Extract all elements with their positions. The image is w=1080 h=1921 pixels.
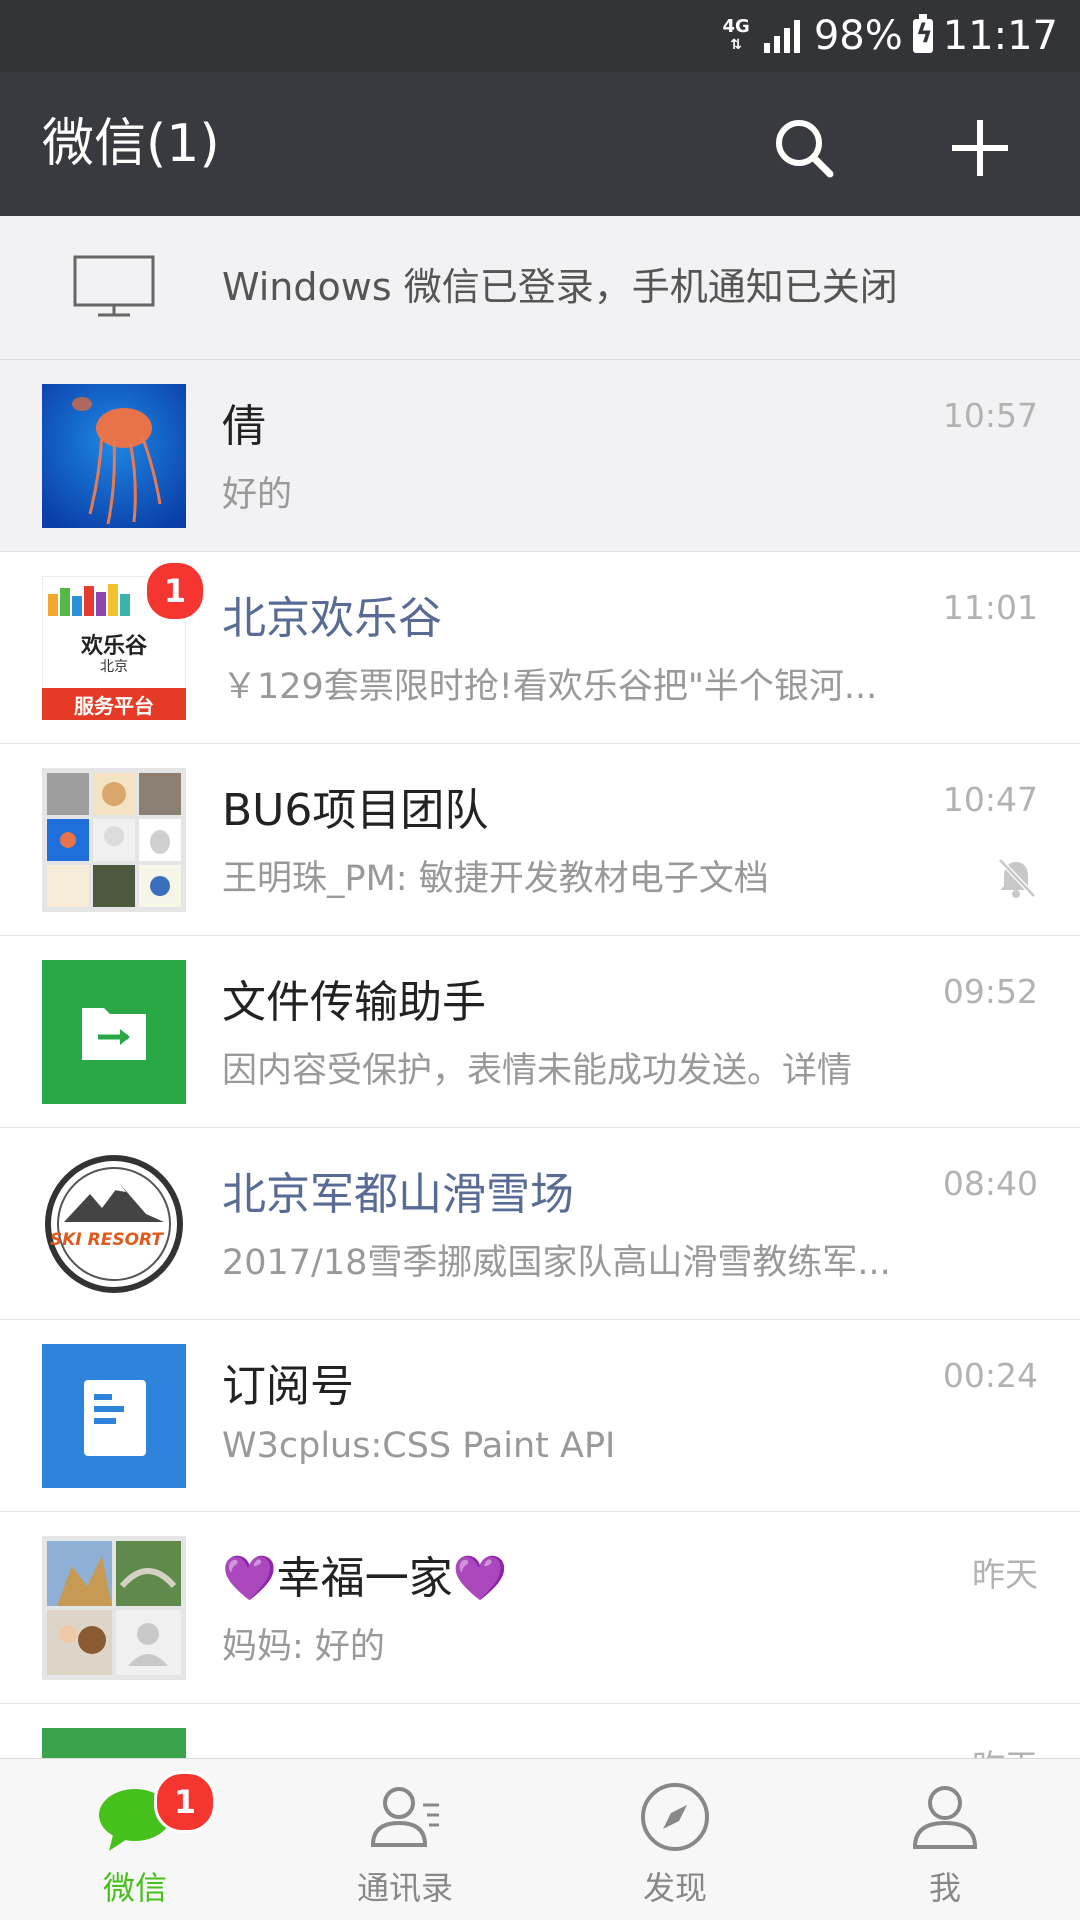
battery-charging-icon — [912, 14, 933, 53]
tab-chats[interactable]: 1 微信 — [0, 1759, 270, 1921]
chat-item-bu6-team[interactable]: BU6项目团队 王明珠_PM: 敏捷开发教材电子文档 10:47 — [0, 744, 1080, 936]
add-button[interactable] — [940, 108, 1020, 188]
chat-name: 倩 — [222, 401, 266, 452]
chat-time: 昨天 — [972, 1555, 1038, 1594]
group-avatar — [42, 1536, 186, 1680]
chat-item-subscriptions[interactable]: 订阅号 W3cplus:CSS Paint API 00:24 — [0, 1320, 1080, 1512]
document-icon — [84, 1380, 146, 1456]
avatar-logo-text: SKI RESORT — [50, 1230, 163, 1250]
chat-preview: 2017/18雪季挪威国家队高山滑雪教练军... — [222, 1243, 891, 1283]
folder-arrow-icon — [82, 1008, 146, 1060]
chat-name: 💜幸福一家💜 — [222, 1553, 508, 1604]
chat-name: 订阅号 — [222, 1361, 354, 1412]
bottom-tab-bar: 1 微信 通讯录 发现 我 — [0, 1758, 1080, 1920]
tab-label: 通讯录 — [356, 1869, 453, 1907]
avatar-service-text: 服务平台 — [74, 694, 154, 718]
chat-time: 00:24 — [942, 1356, 1038, 1395]
group-avatar — [42, 768, 186, 912]
tab-me[interactable]: 我 — [810, 1759, 1080, 1921]
subscriptions-avatar — [42, 1344, 186, 1488]
tab-label: 我 — [928, 1869, 961, 1907]
chat-preview: W3cplus:CSS Paint API — [222, 1426, 616, 1466]
chat-time: 08:40 — [942, 1164, 1038, 1203]
chat-preview: 王明珠_PM: 敏捷开发教材电子文档 — [222, 859, 769, 899]
tab-discover[interactable]: 发现 — [540, 1759, 810, 1921]
chat-list[interactable]: 倩 好的 10:57 欢乐谷 北京 服务平台 1 北京欢乐谷 ￥129套票限时抢… — [0, 360, 1080, 1758]
action-bar: 微信(1) — [0, 72, 1080, 216]
monitor-icon — [73, 255, 155, 317]
avatar-city-text: 北京 — [100, 659, 128, 675]
network-type: 4G ⇅ — [722, 16, 750, 54]
compass-icon — [641, 1783, 709, 1851]
avatar: SKI RESORT — [42, 1152, 186, 1296]
tab-unread-badge: 1 — [154, 1771, 216, 1833]
chat-preview: 因内容受保护，表情未能成功发送。详情 — [222, 1051, 853, 1091]
chat-item-happy-valley[interactable]: 欢乐谷 北京 服务平台 1 北京欢乐谷 ￥129套票限时抢!看欢乐谷把"半个银河… — [0, 552, 1080, 744]
chat-time: 09:52 — [942, 972, 1038, 1011]
chat-item-qian[interactable]: 倩 好的 10:57 — [0, 360, 1080, 552]
unread-badge: 1 — [144, 560, 206, 622]
page-title: 微信(1) — [42, 114, 220, 174]
chat-item-partial[interactable]: 昨天 — [0, 1704, 1080, 1758]
status-indicators: 4G⇅ 98% 11:17 — [723, 0, 1059, 72]
chat-item-family-group[interactable]: 💜幸福一家💜 妈妈: 好的 昨天 — [0, 1512, 1080, 1704]
notice-text: Windows 微信已登录，手机通知已关闭 — [222, 265, 898, 309]
chat-item-file-transfer[interactable]: 文件传输助手 因内容受保护，表情未能成功发送。详情 09:52 — [0, 936, 1080, 1128]
chat-preview: 妈妈: 好的 — [222, 1627, 385, 1667]
chat-item-ski-resort[interactable]: SKI RESORT 北京军都山滑雪场 2017/18雪季挪威国家队高山滑雪教练… — [0, 1128, 1080, 1320]
signal-icon — [763, 19, 800, 53]
person-icon — [912, 1786, 978, 1849]
contacts-icon — [370, 1787, 439, 1847]
chat-time: 10:57 — [942, 396, 1038, 435]
tab-contacts[interactable]: 通讯录 — [270, 1759, 540, 1921]
chat-name: 北京欢乐谷 — [222, 593, 442, 644]
chat-time: 11:01 — [942, 588, 1038, 627]
status-bar: 4G⇅ 98% 11:17 — [0, 0, 1080, 72]
avatar — [42, 384, 186, 528]
chat-preview: ￥129套票限时抢!看欢乐谷把"半个银河... — [222, 667, 878, 707]
chat-time: 10:47 — [942, 780, 1038, 819]
chat-name: BU6项目团队 — [222, 785, 489, 836]
avatar — [42, 1728, 186, 1758]
clock: 11:17 — [942, 13, 1058, 59]
desktop-login-notice[interactable]: Windows 微信已登录，手机通知已关闭 — [0, 216, 1080, 360]
tab-label: 微信 — [102, 1869, 167, 1907]
battery-percent: 98% — [813, 13, 903, 59]
chat-time: 昨天 — [972, 1740, 1038, 1758]
search-icon — [776, 120, 834, 178]
file-transfer-avatar — [42, 960, 186, 1104]
tab-label: 发现 — [642, 1869, 707, 1907]
chat-preview: 好的 — [222, 475, 293, 515]
chat-name: 北京军都山滑雪场 — [222, 1169, 574, 1220]
chat-name: 文件传输助手 — [222, 977, 486, 1028]
mute-notification-icon — [998, 858, 1036, 898]
search-button[interactable] — [764, 108, 844, 188]
plus-icon — [952, 120, 1008, 176]
